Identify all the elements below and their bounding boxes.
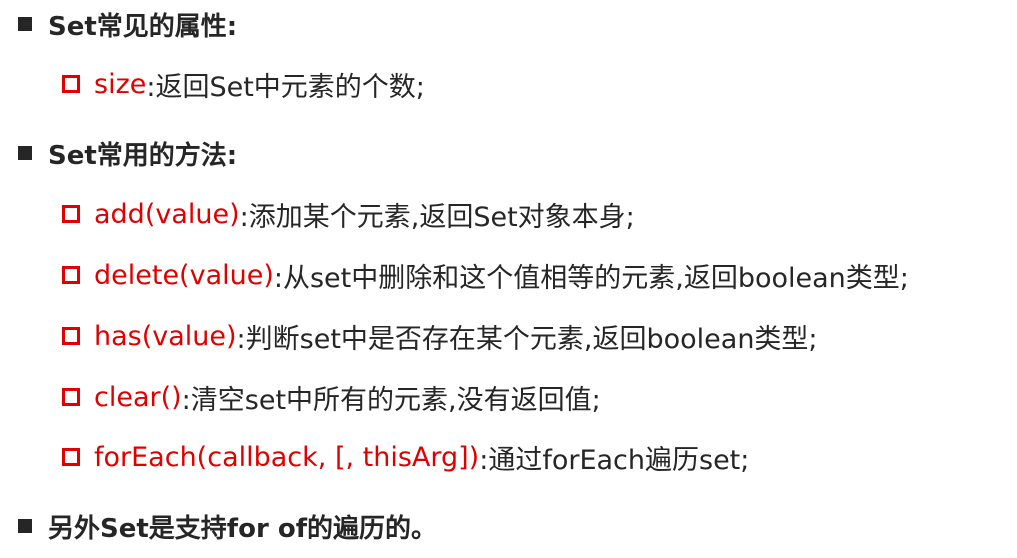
hollow-square-bullet-icon [62,327,80,345]
property-description: :返回Set中元素的个数; [146,71,425,103]
heading-text: Set常见的属性: [48,11,238,42]
heading-text: Set常用的方法: [48,140,238,171]
method-name: clear() [94,381,182,413]
method-description: :判断set中是否存在某个元素,返回boolean类型; [236,323,818,355]
method-name: delete(value) [94,259,274,291]
section-heading-iteration: 另外Set是支持for of的遍历的。 [18,506,437,546]
method-name: has(value) [94,320,237,352]
method-description: :清空set中所有的元素,没有返回值; [181,384,601,416]
section-heading-properties: Set常见的属性: [18,4,237,44]
list-item-add: add(value) :添加某个元素,返回Set对象本身; [62,194,635,234]
method-description: :从set中删除和这个值相等的元素,返回boolean类型; [273,262,909,294]
filled-square-bullet-icon [18,519,32,533]
method-name: add(value) [94,198,240,230]
list-item-has: has(value) :判断set中是否存在某个元素,返回boolean类型; [62,316,818,356]
hollow-square-bullet-icon [62,388,80,406]
method-name: forEach(callback, [, thisArg]) [94,441,480,473]
list-item-clear: clear() :清空set中所有的元素,没有返回值; [62,377,601,417]
list-item-delete: delete(value) :从set中删除和这个值相等的元素,返回boolea… [62,255,909,295]
heading-text: 另外Set是支持for of的遍历的。 [48,513,438,544]
section-heading-methods: Set常用的方法: [18,133,237,173]
property-name: size [94,68,147,100]
list-item-size: size :返回Set中元素的个数; [62,64,425,104]
method-description: :添加某个元素,返回Set对象本身; [239,201,635,233]
hollow-square-bullet-icon [62,266,80,284]
hollow-square-bullet-icon [62,75,80,93]
hollow-square-bullet-icon [62,205,80,223]
method-description: :通过forEach遍历set; [479,444,750,476]
filled-square-bullet-icon [18,146,32,160]
filled-square-bullet-icon [18,17,32,31]
list-item-foreach: forEach(callback, [, thisArg]) :通过forEac… [62,437,749,477]
hollow-square-bullet-icon [62,448,80,466]
